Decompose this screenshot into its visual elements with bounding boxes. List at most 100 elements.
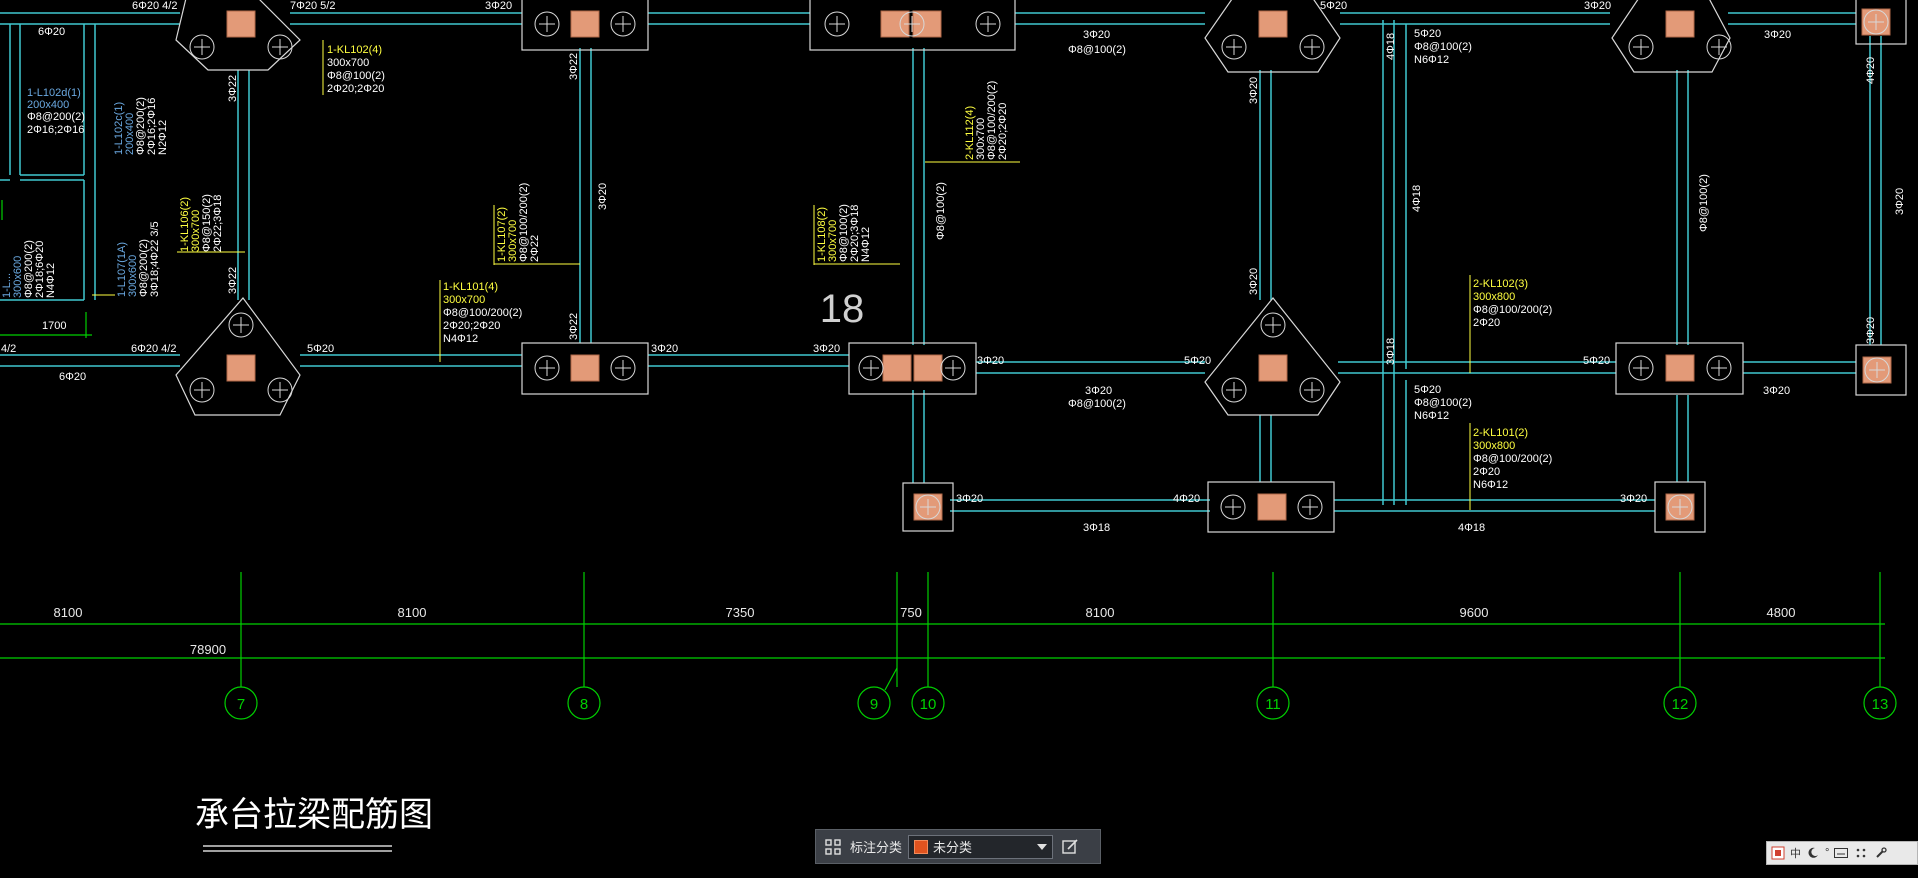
svg-text:6Φ20: 6Φ20 (38, 26, 65, 38)
cad-drawing-canvas[interactable]: 7 8 9 10 11 12 13 8100 8100 7350 750 810… (0, 0, 1918, 878)
axis-label: 12 (1672, 696, 1689, 713)
svg-text:Φ8@100/200(2): Φ8@100/200(2) (1473, 304, 1552, 316)
svg-text:300x700: 300x700 (443, 294, 485, 306)
axis-label: 9 (870, 696, 878, 713)
svg-text:2Φ22: 2Φ22 (529, 235, 541, 262)
svg-text:Φ8@100(2): Φ8@100(2) (1068, 398, 1126, 410)
svg-text:2Φ22;3Φ18: 2Φ22;3Φ18 (212, 195, 224, 252)
svg-text:3Φ20: 3Φ20 (813, 343, 840, 355)
svg-text:3Φ20: 3Φ20 (485, 0, 512, 12)
svg-text:3Φ20: 3Φ20 (1248, 77, 1260, 104)
dimension-text: 7350 (726, 605, 755, 620)
svg-text:3Φ20: 3Φ20 (977, 355, 1004, 367)
svg-text:2Φ20;2Φ20: 2Φ20;2Φ20 (327, 83, 384, 95)
beam-lines (0, 12, 1882, 512)
svg-text:Φ8@100/200(2): Φ8@100/200(2) (443, 307, 522, 319)
svg-text:4/2: 4/2 (1, 343, 16, 355)
svg-text:3Φ20: 3Φ20 (597, 183, 609, 210)
axis-numbers: 7 8 9 10 11 12 13 (237, 696, 1889, 713)
svg-text:3Φ20: 3Φ20 (1083, 29, 1110, 41)
svg-text:Φ8@200(2): Φ8@200(2) (27, 111, 85, 123)
ime-punctuation-toggle[interactable]: ° (1825, 847, 1829, 859)
beam-label-kl101-2: 2-KL101(2) 300x800 Φ8@100/200(2) 2Φ20 N6… (1473, 427, 1552, 491)
annotation-category-label: 标注分类 (850, 840, 903, 855)
svg-text:3Φ20: 3Φ20 (1764, 29, 1791, 41)
piles (189, 8, 1892, 521)
svg-text:2-KL101(2): 2-KL101(2) (1473, 427, 1528, 439)
svg-text:2Φ20;2Φ20: 2Φ20;2Φ20 (997, 103, 1009, 160)
svg-text:Φ8@100(2): Φ8@100(2) (1414, 41, 1472, 53)
svg-text:N6Φ12: N6Φ12 (1414, 410, 1449, 422)
svg-text:3Φ20: 3Φ20 (1248, 268, 1260, 295)
vertical-beam-annotations: 1-KL107(2) 300x700 Φ8@100/200(2) 2Φ22 1-… (1, 81, 1009, 298)
svg-text:4Φ18: 4Φ18 (1458, 522, 1485, 534)
svg-text:3Φ20: 3Φ20 (1865, 317, 1877, 344)
dimension-text: 8100 (1086, 605, 1115, 620)
svg-text:6Φ20: 6Φ20 (59, 371, 86, 383)
beam-label-l-left: 1-L... 300x600 Φ8@200(2) 2Φ18;6Φ20 N4Φ12 (1, 240, 57, 298)
axis-label: 8 (580, 696, 588, 713)
sheet-number: 18 (820, 287, 865, 331)
total-dimension: 78900 (190, 642, 226, 657)
beam-label-kl102-3: 2-KL102(3) 300x800 Φ8@100/200(2) 2Φ20 (1473, 278, 1552, 329)
svg-text:6Φ20 4/2: 6Φ20 4/2 (132, 0, 177, 12)
svg-text:N6Φ12: N6Φ12 (1473, 479, 1508, 491)
svg-text:3Φ20: 3Φ20 (1620, 493, 1647, 505)
svg-text:Φ8@100(2): Φ8@100(2) (1698, 174, 1710, 232)
svg-text:2Φ20;2Φ20: 2Φ20;2Φ20 (443, 320, 500, 332)
dots-icon[interactable] (1853, 845, 1869, 861)
svg-text:3Φ18: 3Φ18 (1385, 338, 1397, 365)
beam-label-l102c-1: 1-L102c(1) 200x400 Φ8@200(2) 2Φ16;2Φ16 N… (113, 97, 169, 155)
svg-text:3Φ20: 3Φ20 (956, 493, 983, 505)
svg-text:3Φ20: 3Φ20 (1584, 0, 1611, 12)
svg-text:2-KL102(3): 2-KL102(3) (1473, 278, 1528, 290)
svg-text:4Φ20: 4Φ20 (1173, 493, 1200, 505)
drawing-title: 承台拉梁配筋图 (195, 795, 433, 835)
pile-caps[interactable] (175, 0, 1907, 533)
moon-icon[interactable] (1805, 845, 1821, 861)
svg-text:1-KL102(4): 1-KL102(4) (327, 44, 382, 56)
svg-text:2Φ20: 2Φ20 (1473, 466, 1500, 478)
svg-text:3Φ20: 3Φ20 (1763, 385, 1790, 397)
annotation-category-select[interactable]: 未分类 (908, 834, 1054, 859)
svg-text:1-L102d(1): 1-L102d(1) (27, 87, 81, 99)
beam-label-kl106-2: 1-KL106(2) 300x700 Φ8@150(2) 2Φ22;3Φ18 (179, 194, 224, 252)
svg-text:3Φ18;4Φ22 3/5: 3Φ18;4Φ22 3/5 (149, 221, 161, 297)
svg-text:3Φ22: 3Φ22 (227, 75, 239, 102)
edit-annotation-button[interactable] (1053, 830, 1087, 863)
svg-text:4Φ18: 4Φ18 (1411, 185, 1423, 212)
svg-text:N4Φ12: N4Φ12 (45, 263, 57, 298)
svg-text:3Φ22: 3Φ22 (568, 53, 580, 80)
beam-label-kl101-4: 1-KL101(4) 300x700 Φ8@100/200(2) 2Φ20;2Φ… (443, 281, 522, 345)
ime-tray: 中 ° (1766, 841, 1918, 865)
axis-label: 11 (1265, 696, 1281, 713)
ime-language-toggle[interactable]: 中 (1790, 845, 1801, 861)
grid-axis-lines (0, 572, 1897, 720)
svg-text:1-KL101(4): 1-KL101(4) (443, 281, 498, 293)
beam-label-l107-1a: 1-L107(1A) 300x600 Φ8@200(2) 3Φ18;4Φ22 3… (116, 221, 161, 297)
category-selected-value: 未分类 (933, 840, 973, 855)
svg-text:3Φ22: 3Φ22 (227, 267, 239, 294)
svg-text:Φ8@100(2): Φ8@100(2) (1068, 44, 1126, 56)
wrench-icon[interactable] (1873, 845, 1889, 861)
axis-label: 7 (237, 696, 245, 713)
dimension-text: 750 (900, 605, 922, 620)
svg-text:1700: 1700 (42, 320, 66, 332)
axis-label: 13 (1872, 696, 1889, 713)
svg-text:N4Φ12: N4Φ12 (860, 227, 872, 262)
keyboard-icon[interactable] (1833, 845, 1849, 861)
leader-lines (92, 40, 1471, 510)
svg-text:Φ8@100(2): Φ8@100(2) (327, 70, 385, 82)
layout-grid-button[interactable] (816, 830, 850, 863)
svg-text:5Φ20: 5Φ20 (1414, 384, 1441, 396)
svg-text:3Φ20: 3Φ20 (1894, 188, 1906, 215)
svg-text:3Φ22: 3Φ22 (568, 313, 580, 340)
svg-text:2Φ20: 2Φ20 (1473, 317, 1500, 329)
svg-text:300x700: 300x700 (327, 57, 369, 69)
svg-text:7Φ20 5/2: 7Φ20 5/2 (290, 0, 335, 12)
ime-logo-icon[interactable] (1770, 845, 1786, 861)
svg-text:3Φ20: 3Φ20 (1085, 385, 1112, 397)
svg-text:5Φ20: 5Φ20 (307, 343, 334, 355)
svg-text:N4Φ12: N4Φ12 (443, 333, 478, 345)
svg-text:N2Φ12: N2Φ12 (157, 120, 169, 155)
